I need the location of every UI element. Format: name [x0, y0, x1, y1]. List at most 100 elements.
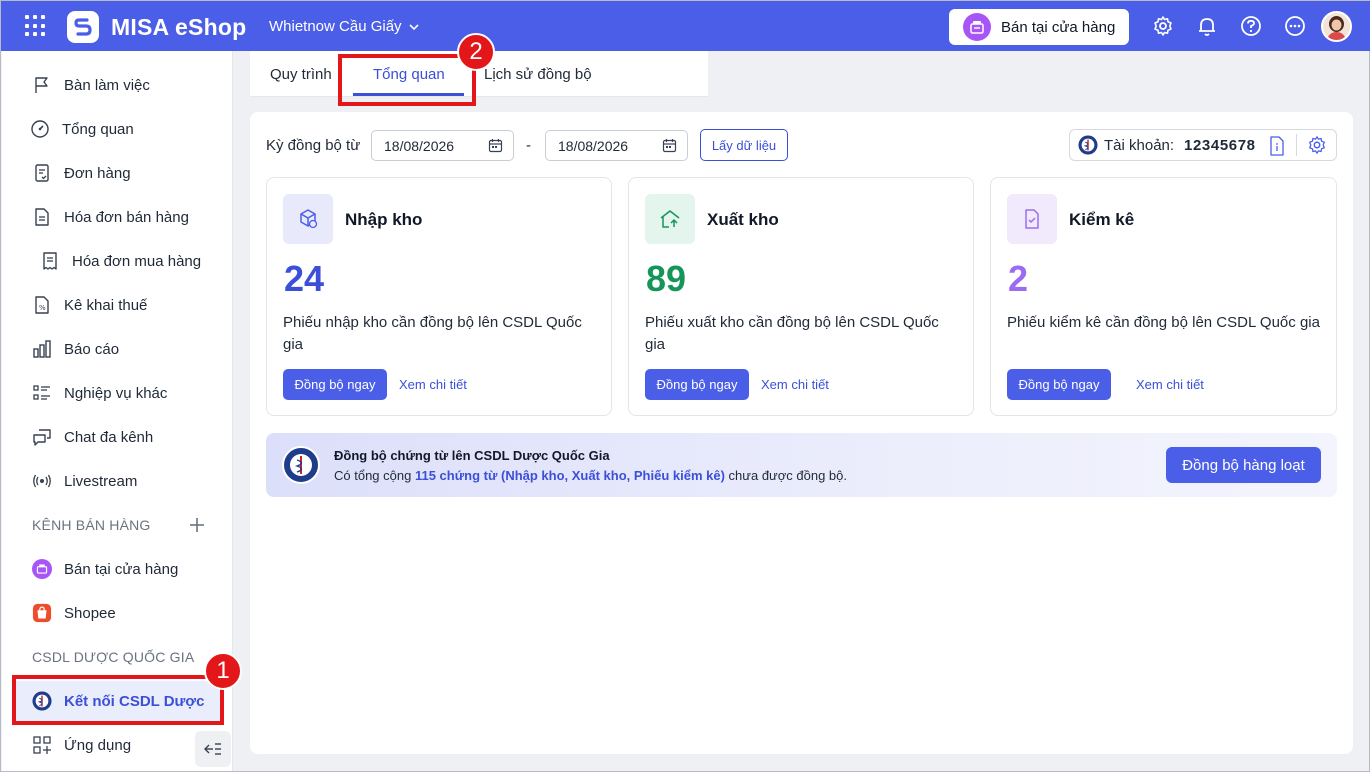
from-date-input[interactable]: 18/08/2026	[371, 130, 514, 161]
misa-logo-icon	[67, 11, 99, 43]
sidebar-item-label: Nghiệp vụ khác	[64, 384, 168, 402]
to-date-input[interactable]: 18/08/2026	[545, 130, 688, 161]
view-detail-link[interactable]: Xem chi tiết	[399, 377, 467, 392]
sidebar: Bàn làm việc Tổng quan Đơn hàng Hóa đơn …	[2, 51, 233, 771]
sync-now-button[interactable]: Đồng bộ ngay	[1007, 369, 1111, 400]
fetch-data-button[interactable]: Lấy dữ liệu	[700, 129, 788, 161]
banner-title: Đồng bộ chứng từ lên CSDL Dược Quốc Gia	[334, 448, 610, 463]
card-title: Xuất kho	[707, 210, 779, 229]
inventory-check-card: Kiểm kê 2 Phiếu kiểm kê cần đồng bộ lên …	[990, 177, 1337, 416]
store-selector[interactable]: Whietnow Cầu Giấy	[269, 18, 420, 35]
chat-icon	[32, 427, 52, 447]
step-badge-2: 2	[457, 33, 495, 71]
store-name: Whietnow Cầu Giấy	[269, 18, 402, 35]
collapse-sidebar-button[interactable]	[195, 731, 231, 767]
settings-icon[interactable]	[1152, 15, 1174, 37]
banner-text-after: chưa được đồng bộ.	[728, 468, 847, 483]
account-box: Tài khoản: 12345678	[1069, 129, 1337, 161]
sidebar-item-label: Hóa đơn mua hàng	[72, 252, 202, 270]
sidebar-item-label: Kê khai thuế	[64, 296, 148, 314]
sync-now-button[interactable]: Đồng bộ ngay	[283, 369, 387, 400]
card-count: 2	[1008, 258, 1029, 299]
flag-icon	[32, 75, 52, 95]
collapse-icon	[204, 743, 221, 755]
tab-sync-history[interactable]: Lịch sử đồng bộ	[484, 66, 592, 83]
broadcast-icon	[32, 471, 52, 491]
account-settings-icon[interactable]	[1307, 135, 1327, 155]
to-date-value: 18/08/2026	[558, 137, 629, 154]
sidebar-item-chat[interactable]: Chat đa kênh	[2, 417, 233, 457]
sync-now-button[interactable]: Đồng bộ ngay	[645, 369, 749, 400]
account-label: Tài khoản:	[1104, 136, 1175, 154]
card-description: Phiếu xuất kho cần đồng bộ lên CSDL Quốc…	[645, 314, 939, 353]
date-separator: -	[526, 137, 531, 154]
card-title: Kiểm kê	[1069, 210, 1135, 229]
sidebar-item-label: Hóa đơn bán hàng	[64, 208, 189, 226]
top-bar: MISA eShop Whietnow Cầu Giấy Bán tại cửa…	[1, 1, 1370, 51]
bell-icon[interactable]	[1196, 15, 1218, 37]
sidebar-item-label: Đơn hàng	[64, 164, 131, 182]
sidebar-item-reports[interactable]: Báo cáo	[2, 329, 233, 369]
sidebar-item-sell-in-store[interactable]: Bán tại cửa hàng	[2, 549, 233, 589]
export-warehouse-icon	[645, 194, 695, 244]
sidebar-item-overview[interactable]: Tổng quan	[2, 109, 233, 149]
add-channel-icon[interactable]	[189, 517, 205, 533]
account-divider	[1296, 134, 1297, 156]
calendar-icon	[662, 139, 677, 153]
tab-process[interactable]: Quy trình	[270, 66, 332, 83]
section-label-sales-channels: KÊNH BÁN HÀNG	[32, 517, 151, 533]
sidebar-item-workspace[interactable]: Bàn làm việc	[2, 65, 233, 105]
view-detail-link[interactable]: Xem chi tiết	[1136, 377, 1204, 392]
ministry-health-logo-icon	[1078, 135, 1098, 155]
sidebar-item-sales-invoice[interactable]: Hóa đơn bán hàng	[2, 197, 233, 237]
sidebar-item-shopee[interactable]: Shopee	[2, 593, 233, 633]
shopee-icon	[32, 603, 52, 623]
user-avatar[interactable]	[1321, 11, 1352, 42]
card-count: 24	[284, 258, 325, 299]
section-label-pharma: CSDL DƯỢC QUỐC GIA	[32, 649, 195, 665]
bulk-sync-banner: Đồng bộ chứng từ lên CSDL Dược Quốc Gia …	[266, 433, 1337, 497]
banner-text-highlight: 115 chứng từ (Nhập kho, Xuất kho, Phiếu …	[414, 468, 725, 483]
apps-icon	[32, 735, 52, 755]
step-badge-1: 1	[204, 652, 242, 690]
sidebar-item-tax[interactable]: % Kê khai thuế	[2, 285, 233, 325]
sidebar-item-label: Tổng quan	[62, 120, 134, 138]
app-title: MISA eShop	[111, 14, 247, 40]
sidebar-item-livestream[interactable]: Livestream	[2, 461, 233, 501]
chevron-down-icon	[408, 23, 419, 30]
from-date-value: 18/08/2026	[384, 137, 455, 154]
view-detail-link[interactable]: Xem chi tiết	[761, 377, 829, 392]
app-grid-icon[interactable]	[25, 15, 47, 37]
more-icon[interactable]	[1284, 15, 1306, 37]
sidebar-item-label: Shopee	[64, 604, 116, 622]
banner-text: Có tổng cộng 115 chứng từ (Nhập kho, Xuấ…	[334, 468, 847, 483]
banner-text-before: Có tổng cộng	[334, 468, 412, 483]
sidebar-item-label: Bàn làm việc	[64, 76, 150, 94]
sell-in-store-label: Bán tại cửa hàng	[1001, 18, 1116, 36]
chart-icon	[32, 339, 52, 359]
list-icon	[32, 383, 52, 403]
sidebar-item-other[interactable]: Nghiệp vụ khác	[2, 373, 233, 413]
account-number: 12345678	[1184, 136, 1256, 154]
ministry-health-logo-icon	[282, 446, 320, 484]
inventory-check-icon	[1007, 194, 1057, 244]
sidebar-item-label: Báo cáo	[64, 340, 120, 358]
invoice-icon	[32, 207, 52, 227]
sell-in-store-button[interactable]: Bán tại cửa hàng	[949, 9, 1129, 45]
card-description: Phiếu kiểm kê cần đồng bộ lên CSDL Quốc …	[1007, 314, 1320, 331]
store-icon	[32, 559, 52, 579]
sidebar-item-label: Bán tại cửa hàng	[64, 560, 179, 578]
highlight-box-1	[12, 675, 224, 725]
document-info-icon[interactable]	[1268, 136, 1286, 156]
calendar-icon	[488, 139, 503, 153]
sidebar-item-purchase-invoice[interactable]: Hóa đơn mua hàng	[2, 241, 233, 281]
export-stock-card: Xuất kho 89 Phiếu xuất kho cần đồng bộ l…	[628, 177, 974, 416]
help-icon[interactable]	[1240, 15, 1262, 37]
import-stock-card: Nhập kho 24 Phiếu nhập kho cần đồng bộ l…	[266, 177, 612, 416]
bulk-sync-button[interactable]: Đồng bộ hàng loạt	[1166, 447, 1321, 483]
card-description: Phiếu nhập kho cần đồng bộ lên CSDL Quốc…	[283, 314, 582, 353]
card-count: 89	[646, 258, 687, 299]
svg-text:%: %	[39, 304, 46, 312]
sidebar-item-orders[interactable]: Đơn hàng	[2, 153, 233, 193]
sidebar-item-label: Livestream	[64, 472, 138, 490]
